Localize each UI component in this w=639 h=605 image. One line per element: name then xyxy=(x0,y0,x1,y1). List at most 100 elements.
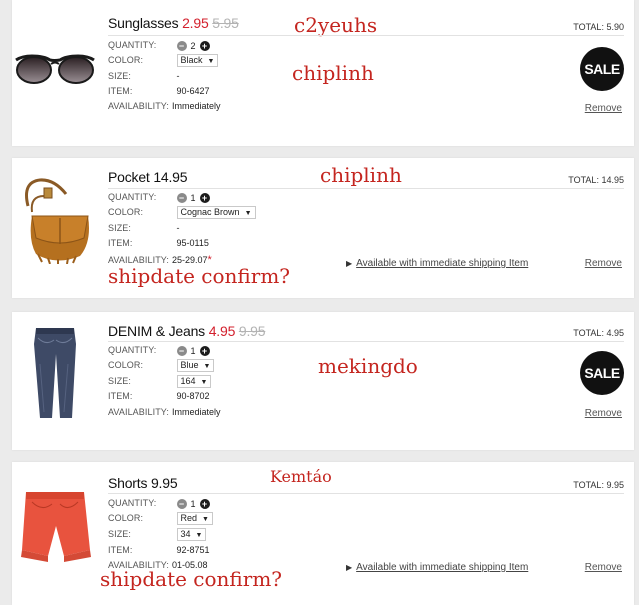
quantity-label: QUANTITY: xyxy=(108,40,157,50)
chevron-down-icon: ▼ xyxy=(195,532,203,540)
item-number: 90-6427 xyxy=(176,86,210,96)
increase-quantity-icon[interactable]: + xyxy=(199,40,210,51)
availability-label: AVAILABILITY: xyxy=(108,407,169,417)
availability-value: Immediately xyxy=(172,407,221,417)
handwritten-note-2: shipdate confirm? xyxy=(100,567,283,591)
color-label: COLOR: xyxy=(108,360,144,370)
availability-label: AVAILABILITY: xyxy=(108,101,169,111)
line-total: TOTAL: 4.95 xyxy=(573,328,624,338)
price: 9.95 xyxy=(150,475,178,491)
chevron-down-icon: ▼ xyxy=(202,516,209,524)
color-select[interactable]: Blue ▼ xyxy=(176,359,215,373)
cart-item-denim-jeans: DENIM & Jeans 4.95 9.95 TOTAL: 4.95 QUAN… xyxy=(12,312,634,450)
size-label: SIZE: xyxy=(108,223,132,233)
decrease-quantity-icon[interactable]: − xyxy=(176,345,187,356)
shipping-info-link[interactable]: ▶ Available with immediate shipping Item xyxy=(346,562,528,573)
sale-badge: SALE xyxy=(580,47,624,91)
shipping-info-link[interactable]: ▶ Available with immediate shipping Item xyxy=(346,258,528,269)
product-name-line: DENIM & Jeans 4.95 9.95 xyxy=(108,323,266,339)
line-total: TOTAL: 5.90 xyxy=(573,22,624,32)
quantity-value: 1 xyxy=(190,192,196,203)
product-name: Pocket xyxy=(108,169,150,185)
quantity-row: QUANTITY: −1 + xyxy=(108,496,210,510)
size-row: SIZE: - xyxy=(108,69,180,83)
color-select[interactable]: Black ▼ xyxy=(176,54,219,68)
size-label: SIZE: xyxy=(108,529,132,539)
increase-quantity-icon[interactable]: + xyxy=(199,192,210,203)
size-row: SIZE: 34 ▼ xyxy=(108,527,207,542)
handwritten-note-2: shipdate confirm? xyxy=(108,264,291,288)
sale-price: 4.95 xyxy=(208,323,236,339)
item-number-row: ITEM: 95-0115 xyxy=(108,236,209,250)
total-value: 4.95 xyxy=(606,328,624,338)
original-price: 5.95 xyxy=(212,15,239,31)
quantity-value: 1 xyxy=(190,345,196,356)
divider xyxy=(108,493,624,494)
color-row: COLOR: Cognac Brown ▼ xyxy=(108,205,256,220)
color-label: COLOR: xyxy=(108,55,144,65)
decrease-quantity-icon[interactable]: − xyxy=(176,498,187,509)
quantity-row: QUANTITY: −1 + xyxy=(108,343,210,357)
decrease-quantity-icon[interactable]: − xyxy=(176,192,187,203)
color-select[interactable]: Red ▼ xyxy=(176,512,213,526)
handwritten-note: Kemtáo xyxy=(270,467,332,486)
total-value: 9.95 xyxy=(606,480,624,490)
color-select[interactable]: Cognac Brown ▼ xyxy=(176,206,256,220)
color-label: COLOR: xyxy=(108,513,144,523)
size-label: SIZE: xyxy=(108,376,132,386)
product-name-line: Pocket 14.95 xyxy=(108,169,188,185)
divider xyxy=(108,35,624,36)
availability-row: AVAILABILITY: Immediately xyxy=(108,99,221,113)
quantity-label: QUANTITY: xyxy=(108,192,157,202)
line-total: TOTAL: 14.95 xyxy=(568,175,624,185)
increase-quantity-icon[interactable]: + xyxy=(199,345,210,356)
line-total: TOTAL: 9.95 xyxy=(573,480,624,490)
sunglasses-image xyxy=(15,54,95,84)
remove-link[interactable]: Remove xyxy=(585,103,622,114)
quantity-value: 2 xyxy=(190,40,196,51)
item-number: 92-8751 xyxy=(176,545,210,555)
remove-link[interactable]: Remove xyxy=(585,258,622,269)
availability-value: Immediately xyxy=(172,101,221,111)
remove-link[interactable]: Remove xyxy=(585,562,622,573)
play-triangle-icon: ▶ xyxy=(346,563,353,572)
item-label: ITEM: xyxy=(108,545,133,555)
size-row: SIZE: 164 ▼ xyxy=(108,374,212,389)
chevron-down-icon: ▼ xyxy=(203,363,211,371)
color-row: COLOR: Black ▼ xyxy=(108,53,219,68)
chevron-down-icon: ▼ xyxy=(244,210,252,218)
handwritten-note: chiplinh xyxy=(320,163,402,187)
item-number: 95-0115 xyxy=(176,238,209,248)
handwritten-note: c2yeuhs xyxy=(294,13,378,37)
decrease-quantity-icon[interactable]: − xyxy=(176,40,187,51)
quantity-value: 1 xyxy=(190,498,196,509)
product-name: Shorts xyxy=(108,475,148,491)
price: 14.95 xyxy=(153,169,188,185)
handwritten-note-2: chiplinh xyxy=(292,61,374,85)
size-label: SIZE: xyxy=(108,71,132,81)
size-select[interactable]: 164 ▼ xyxy=(176,375,212,389)
item-number-row: ITEM: 92-8751 xyxy=(108,543,210,557)
color-label: COLOR: xyxy=(108,207,144,217)
item-label: ITEM: xyxy=(108,238,133,248)
quantity-row: QUANTITY: −2 + xyxy=(108,38,210,52)
divider xyxy=(108,341,624,342)
handwritten-note: mekingdo xyxy=(318,354,418,378)
increase-quantity-icon[interactable]: + xyxy=(199,498,210,509)
size-select[interactable]: 34 ▼ xyxy=(176,528,207,542)
bag-image xyxy=(25,178,90,264)
chevron-down-icon: ▼ xyxy=(200,379,208,387)
chevron-down-icon: ▼ xyxy=(207,58,215,66)
jeans-image xyxy=(34,328,76,418)
shorts-image xyxy=(21,492,91,562)
remove-link[interactable]: Remove xyxy=(585,408,622,419)
color-row: COLOR: Blue ▼ xyxy=(108,358,215,373)
cart-item-shorts: Shorts 9.95 Kemtáo TOTAL: 9.95 QUANTITY:… xyxy=(12,462,634,605)
size-value: - xyxy=(176,223,180,233)
play-triangle-icon: ▶ xyxy=(346,259,353,268)
product-name: DENIM & Jeans xyxy=(108,323,205,339)
color-row: COLOR: Red ▼ xyxy=(108,511,213,526)
cart-item-pocket: Pocket 14.95 chiplinh TOTAL: 14.95 QUANT… xyxy=(12,158,634,298)
quantity-label: QUANTITY: xyxy=(108,498,157,508)
item-number-row: ITEM: 90-8702 xyxy=(108,389,210,403)
